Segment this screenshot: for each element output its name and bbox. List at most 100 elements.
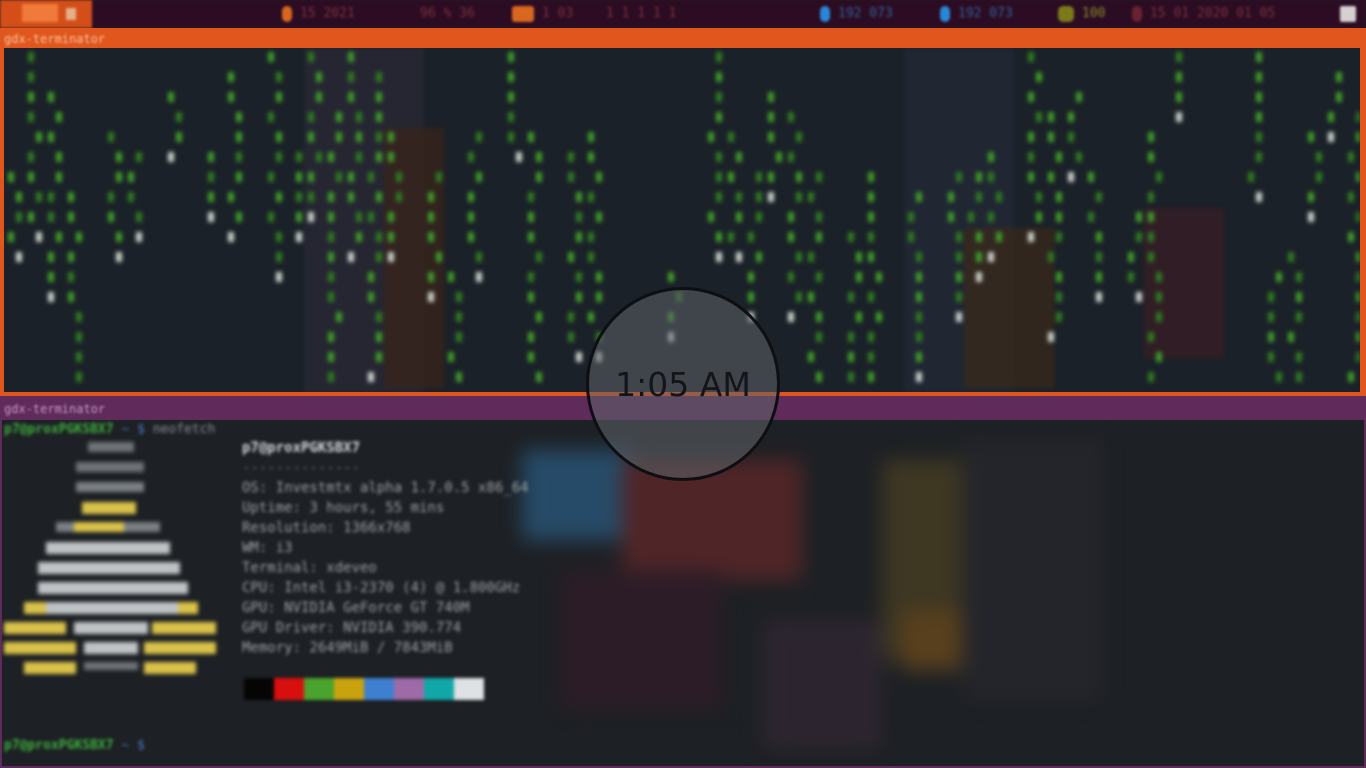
matrix-glyph — [768, 132, 774, 142]
matrix-glyph — [1028, 152, 1034, 162]
matrix-glyph — [1336, 72, 1342, 82]
matrix-glyph — [788, 212, 794, 222]
matrix-glyph — [816, 332, 822, 342]
prompt-user: p7@proxPGKSBX7 — [4, 422, 114, 437]
matrix-glyph — [368, 172, 374, 182]
matrix-glyph — [396, 192, 402, 202]
matrix-glyph — [48, 92, 54, 102]
matrix-glyph — [568, 312, 574, 322]
matrix-glyph — [788, 232, 794, 242]
matrix-glyph — [1176, 72, 1182, 82]
matrix-glyph — [528, 272, 534, 282]
matrix-glyph — [68, 252, 74, 262]
matrix-glyph — [528, 212, 534, 222]
matrix-glyph — [596, 272, 602, 282]
prompt-line-2[interactable]: p7@proxPGKSBX7 ~ $ — [4, 738, 145, 753]
matrix-glyph — [976, 192, 982, 202]
matrix-glyph — [348, 252, 354, 262]
matrix-glyph — [328, 272, 334, 282]
matrix-glyph — [328, 152, 334, 162]
matrix-glyph — [528, 192, 534, 202]
matrix-glyph — [508, 132, 514, 142]
matrix-glyph — [1128, 252, 1134, 262]
color-palette — [244, 678, 484, 700]
matrix-glyph — [1048, 332, 1054, 342]
matrix-glyph — [1068, 132, 1074, 142]
matrix-glyph — [376, 192, 382, 202]
matrix-glyph — [596, 172, 602, 182]
prompt-command: neofetch — [152, 422, 216, 437]
matrix-glyph — [956, 252, 962, 262]
matrix-glyph — [348, 72, 354, 82]
status-segment-4: 1 1 1 1 1 — [606, 0, 676, 28]
palette-swatch — [244, 678, 274, 700]
matrix-glyph — [916, 312, 922, 322]
matrix-glyph — [1036, 72, 1042, 82]
matrix-glyph — [376, 112, 382, 122]
matrix-glyph — [816, 232, 822, 242]
palette-swatch — [274, 678, 304, 700]
matrix-glyph — [588, 312, 594, 322]
matrix-glyph — [1308, 192, 1314, 202]
matrix-glyph — [748, 272, 754, 282]
matrix-glyph — [328, 212, 334, 222]
matrix-glyph — [596, 292, 602, 302]
matrix-glyph — [1256, 72, 1262, 82]
matrix-glyph — [48, 212, 54, 222]
matrix-glyph — [308, 112, 314, 122]
matrix-glyph — [1336, 92, 1342, 102]
matrix-glyph — [736, 152, 742, 162]
matrix-glyph — [16, 212, 22, 222]
matrix-glyph — [16, 192, 22, 202]
matrix-glyph — [868, 172, 874, 182]
matrix-glyph — [1148, 332, 1154, 342]
matrix-glyph — [976, 232, 982, 242]
matrix-glyph — [508, 52, 514, 62]
matrix-glyph — [716, 52, 722, 62]
clock-overlay: 1:05 AM — [586, 287, 780, 481]
matrix-glyph — [716, 172, 722, 182]
matrix-glyph — [1148, 192, 1154, 202]
matrix-glyph — [276, 272, 282, 282]
matrix-glyph — [1156, 312, 1162, 322]
palette-swatch — [364, 678, 394, 700]
matrix-glyph — [756, 212, 762, 222]
matrix-glyph — [1036, 192, 1042, 202]
matrix-glyph — [388, 132, 394, 142]
matrix-glyph — [1056, 152, 1062, 162]
matrix-glyph — [1088, 172, 1094, 182]
matrix-glyph — [1056, 292, 1062, 302]
matrix-glyph — [476, 132, 482, 142]
matrix-glyph — [176, 112, 182, 122]
matrix-glyph — [116, 172, 122, 182]
matrix-glyph — [76, 352, 82, 362]
workspace-indicator[interactable] — [0, 0, 92, 28]
matrix-glyph — [28, 212, 34, 222]
workspace-next[interactable] — [66, 8, 76, 20]
status-segment-6: 192 073 — [940, 0, 1013, 28]
matrix-glyph — [336, 112, 342, 122]
status-text-5: 192 073 — [838, 6, 893, 21]
matrix-glyph — [1328, 112, 1334, 122]
workspace-active[interactable] — [22, 4, 58, 22]
chip-icon — [512, 5, 534, 22]
matrix-glyph — [808, 192, 814, 202]
matrix-glyph — [1136, 292, 1142, 302]
matrix-glyph — [328, 252, 334, 262]
matrix-glyph — [1076, 152, 1082, 162]
matrix-glyph — [368, 372, 374, 382]
tray-icon[interactable] — [1340, 0, 1364, 28]
prompt-path: ~ — [121, 422, 130, 437]
matrix-glyph — [1056, 232, 1062, 242]
matrix-glyph — [108, 132, 114, 142]
status-bar: 15 2021 96 % 36 1 03 1 1 1 1 1 192 073 1… — [0, 0, 1366, 28]
matrix-glyph — [476, 172, 482, 182]
matrix-glyph — [916, 332, 922, 342]
matrix-glyph — [276, 72, 282, 82]
matrix-glyph — [468, 192, 474, 202]
matrix-glyph — [1028, 52, 1034, 62]
matrix-glyph — [308, 132, 314, 142]
matrix-glyph — [796, 252, 802, 262]
speaker-icon[interactable] — [1340, 5, 1356, 22]
matrix-glyph — [48, 272, 54, 282]
